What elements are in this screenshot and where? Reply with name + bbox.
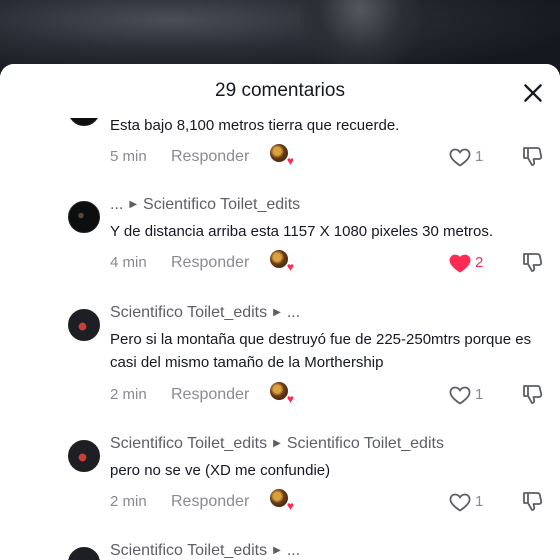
dislike-icon[interactable] [521,489,545,513]
replying-to-username[interactable]: Scientifico Toilet_edits [143,196,300,213]
like-count: 1 [475,493,484,510]
comment-actions: 5 min Responder ♥ 1 [110,144,550,170]
like-count: 2 [475,254,484,271]
like-heart-icon[interactable] [447,490,473,514]
creator-liked-avatar: ♥ [270,489,294,512]
comment-username-line: ... ▶ Scientifico Toilet_edits [110,196,300,214]
comment-actions: 2 min Responder ♥ 1 [110,489,550,515]
reply-arrow-icon: ▶ [273,307,281,318]
replying-to-username[interactable]: Scientifico Toilet_edits [287,435,444,452]
comments-header: 29 comentarios [0,64,560,118]
like-heart-icon[interactable] [447,383,473,407]
reply-arrow-icon: ▶ [129,199,138,210]
comment-time: 2 min [110,386,147,403]
comment-time: 4 min [110,254,147,271]
comment-text: Y de distancia arriba esta 1157 X 1080 p… [110,223,494,240]
like-count: 1 [475,386,484,403]
comment-username-line: Scientifico Toilet_edits ▶... [110,304,300,322]
reply-button[interactable]: Responder [171,493,249,511]
replying-to-username[interactable]: ... [287,542,300,559]
avatar[interactable] [68,440,100,472]
creator-liked-avatar: ♥ [270,250,294,273]
dislike-icon[interactable] [521,250,545,274]
like-count: 1 [475,148,484,165]
comment-username-line: Scientifico Toilet_edits ▶... [110,542,300,560]
comment-username[interactable]: Scientifico Toilet_edits [110,542,267,559]
comment-username[interactable]: Scientifico Toilet_edits [110,435,267,452]
reply-button[interactable]: Responder [171,254,249,272]
heart-icon: ♥ [286,154,294,168]
reply-button[interactable]: Responder [171,148,249,166]
comment-time: 5 min [110,148,147,165]
dislike-icon[interactable] [521,382,545,406]
creator-liked-avatar: ♥ [270,144,294,167]
comment-actions: 2 min Responder ♥ 1 [110,382,550,408]
reply-arrow-icon: ▶ [273,545,281,556]
comment-text: pero no se ve (XD me confundie) [110,462,331,479]
avatar[interactable] [68,309,100,341]
replying-to-username[interactable]: ... [287,304,300,321]
heart-icon: ♥ [286,499,294,513]
heart-icon: ♥ [286,392,294,406]
like-heart-icon[interactable] [447,145,473,169]
comment-username[interactable]: ... [110,196,123,213]
comments-sheet: Esta bajo 8,100 metros tierra que recuer… [0,64,560,560]
like-heart-icon[interactable] [447,251,473,275]
comment-time: 2 min [110,493,147,510]
comment-username[interactable]: Scientifico Toilet_edits [110,304,267,321]
comment-text: Pero si la montaña que destruyó fue de 2… [110,331,532,371]
comments-count-title: 29 comentarios [215,80,345,101]
close-icon[interactable] [520,80,546,106]
reply-button[interactable]: Responder [171,386,249,404]
comment-username-line: Scientifico Toilet_edits ▶ Scientifico Toi… [110,435,444,453]
heart-icon: ♥ [286,260,294,274]
reply-arrow-icon: ▶ [273,438,281,449]
avatar[interactable] [68,201,100,233]
comment-actions: 4 min Responder ♥ 2 [110,250,550,276]
dislike-icon[interactable] [521,144,545,168]
creator-liked-avatar: ♥ [270,382,294,405]
comments-list[interactable]: Esta bajo 8,100 metros tierra que recuer… [0,64,560,560]
avatar[interactable] [68,547,100,560]
